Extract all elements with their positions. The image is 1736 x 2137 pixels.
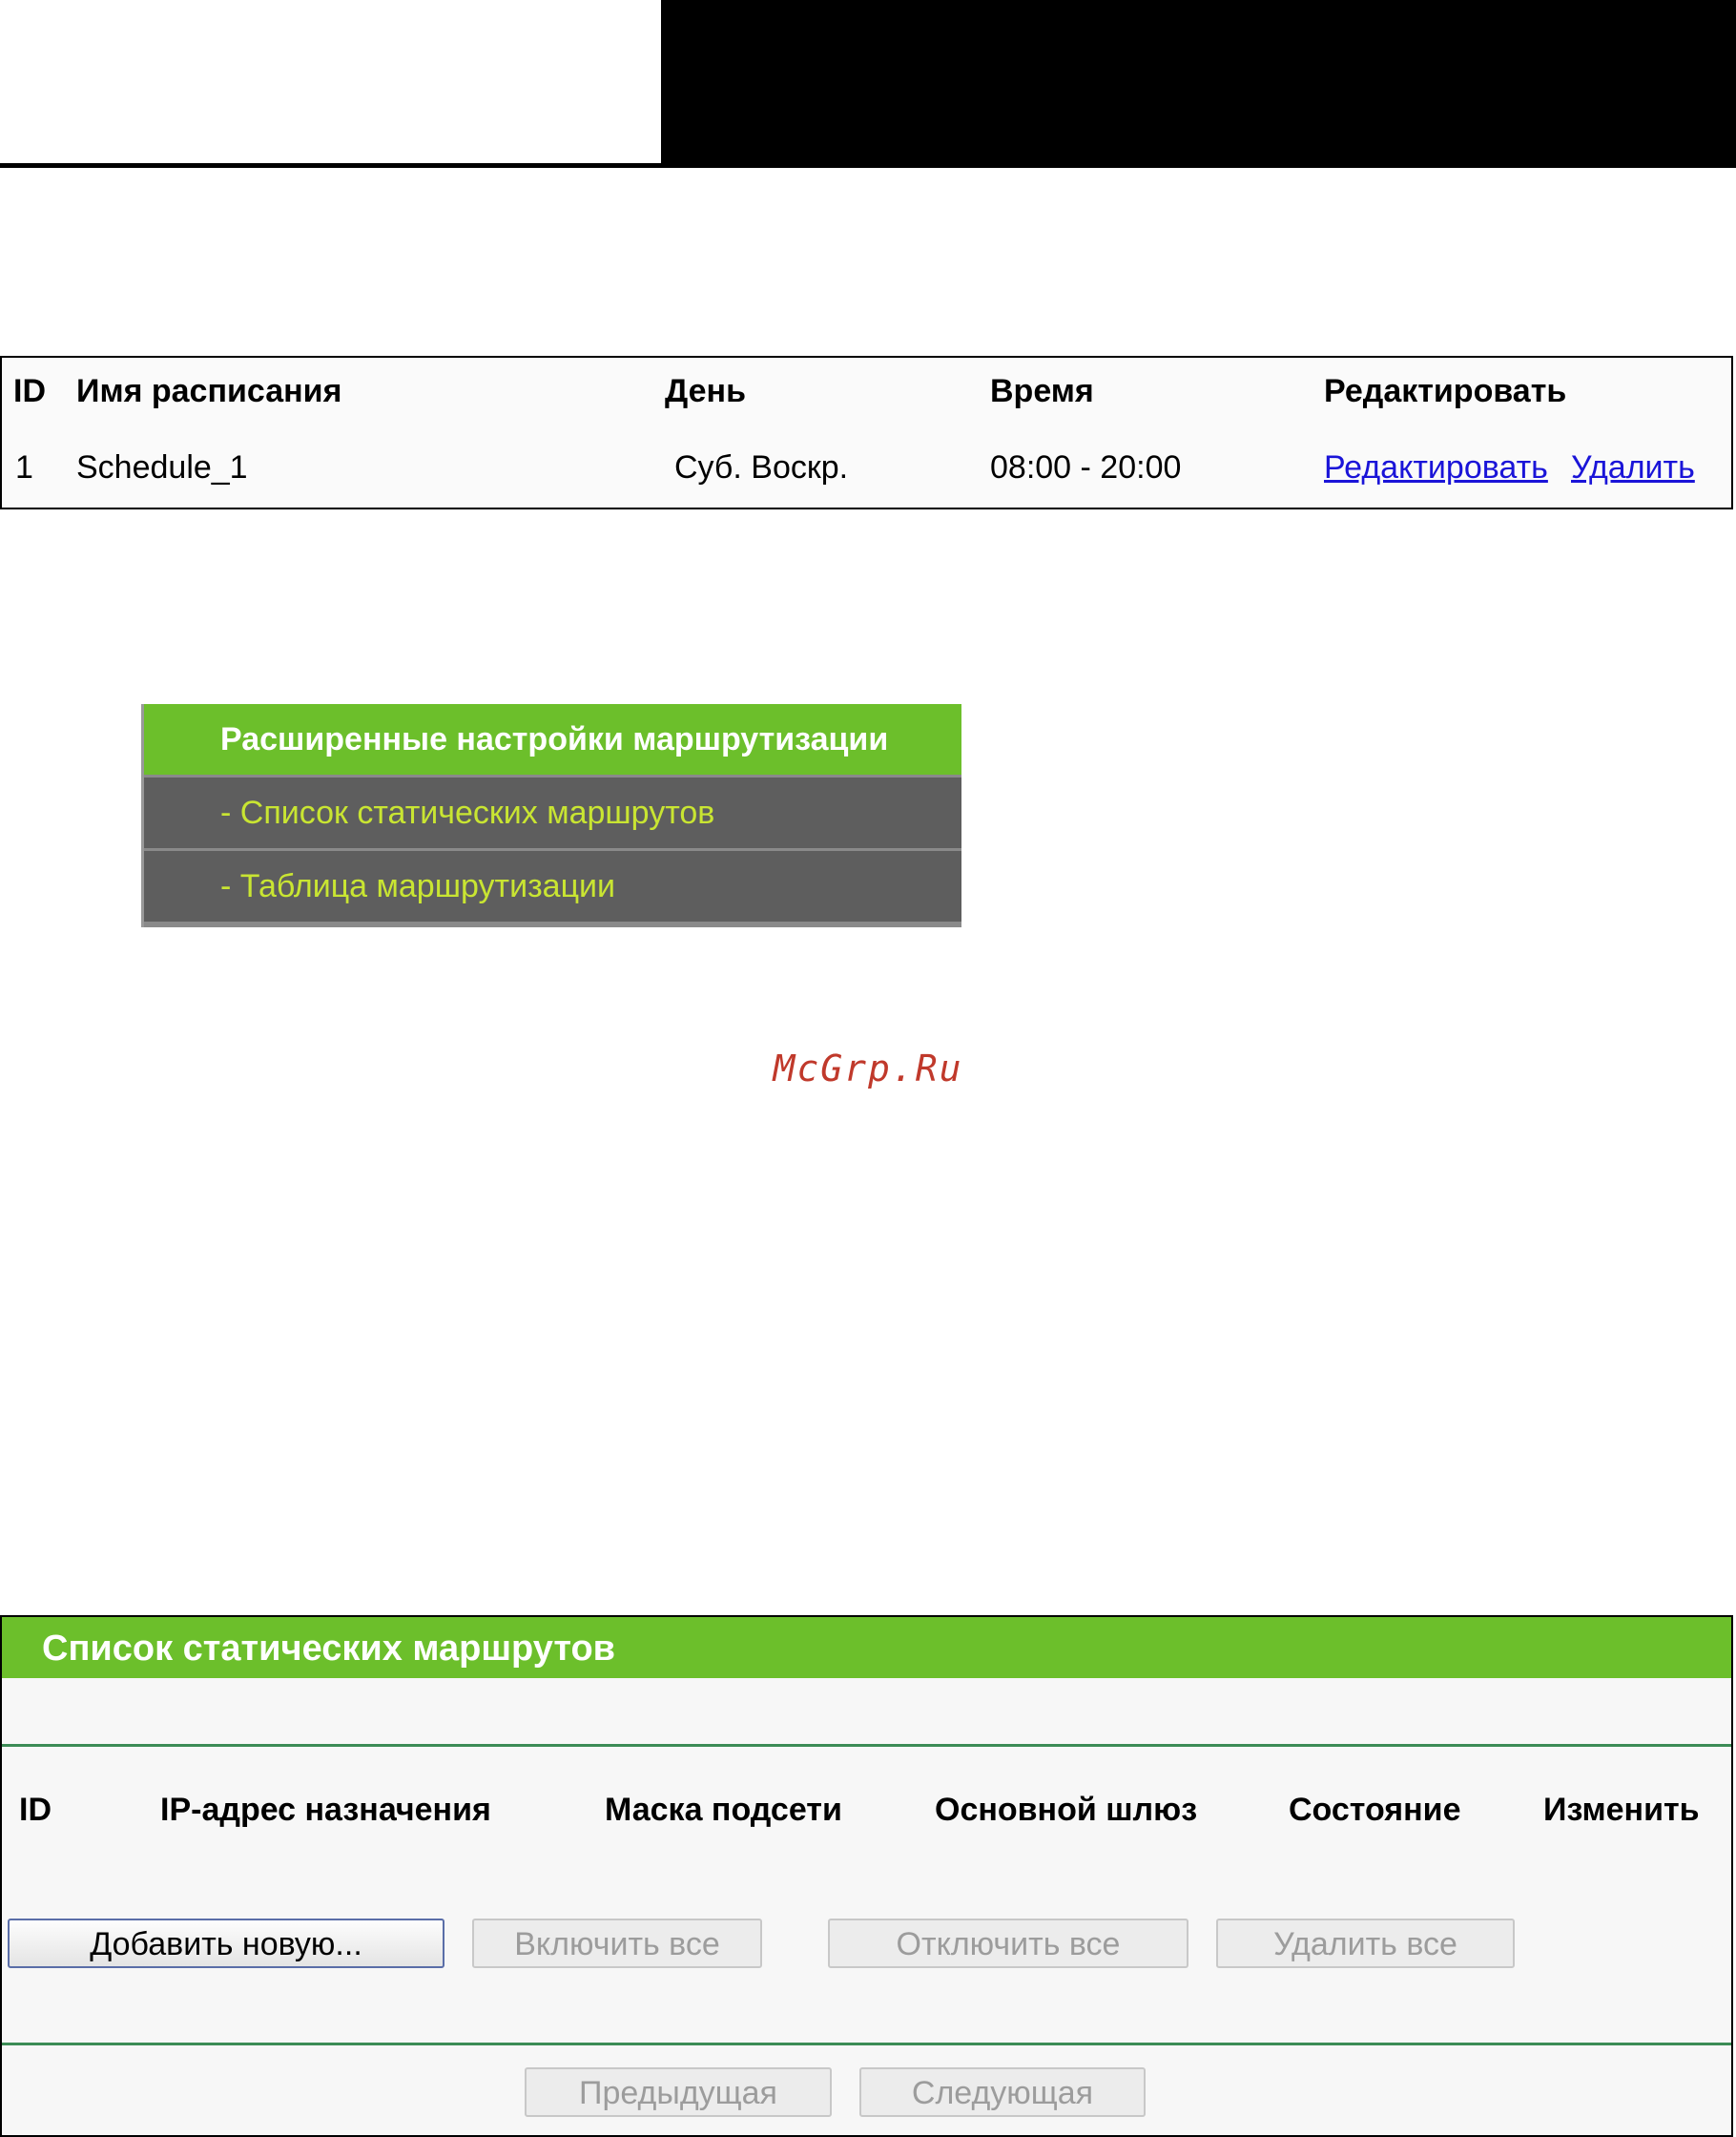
col-gateway: Основной шлюз [935,1792,1198,1828]
schedule-col-id: ID [13,373,46,409]
header-black-band [661,0,1736,168]
schedule-col-day: День [665,373,746,409]
schedule-col-name: Имя расписания [76,373,342,409]
menu-separator [144,922,961,927]
watermark: McGrp.Ru [773,1048,963,1089]
add-new-button[interactable]: Добавить новую... [8,1919,444,1968]
divider [2,2043,1731,2045]
menu-routing-table[interactable]: - Таблица маршрутизации [144,851,961,922]
schedule-row-name: Schedule_1 [76,449,248,486]
header-rule [0,163,661,168]
col-id: ID [19,1792,52,1828]
static-routes-title: Список статических маршрутов [42,1629,616,1669]
col-destination-ip: IP-адрес назначения [160,1792,491,1828]
static-routes-panel: Список статических маршрутов ID IP-адрес… [0,1615,1733,2137]
col-modify: Изменить [1543,1792,1700,1828]
schedule-table: ID Имя расписания День Время Редактирова… [0,356,1733,509]
next-page-button[interactable]: Следующая [859,2067,1146,2117]
enable-all-button[interactable]: Включить все [472,1919,762,1968]
schedule-delete-link[interactable]: Удалить [1571,449,1695,487]
menu-advanced-routing-label: Расширенные настройки маршрутизации [220,721,889,757]
menu-advanced-routing[interactable]: Расширенные настройки маршрутизации [144,704,961,775]
schedule-col-edit: Редактировать [1324,373,1567,409]
static-routes-title-bar: Список статических маршрутов [2,1617,1731,1678]
col-subnet-mask: Маска подсети [605,1792,842,1828]
menu-static-routes[interactable]: - Список статических маршрутов [144,778,961,848]
schedule-col-time: Время [990,373,1094,409]
menu-routing-table-label: - Таблица маршрутизации [220,868,616,904]
disable-all-button[interactable]: Отключить все [828,1919,1188,1968]
divider [2,1744,1731,1747]
schedule-row-day: Суб. Воскр. [674,449,849,486]
routing-menu: Расширенные настройки маршрутизации - Сп… [141,704,961,927]
schedule-edit-link[interactable]: Редактировать [1324,449,1548,487]
previous-page-button[interactable]: Предыдущая [525,2067,832,2117]
menu-static-routes-label: - Список статических маршрутов [220,795,715,831]
schedule-row-time: 08:00 - 20:00 [990,449,1182,486]
delete-all-button[interactable]: Удалить все [1216,1919,1515,1968]
col-status: Состояние [1289,1792,1461,1828]
schedule-row-id: 1 [15,449,33,486]
